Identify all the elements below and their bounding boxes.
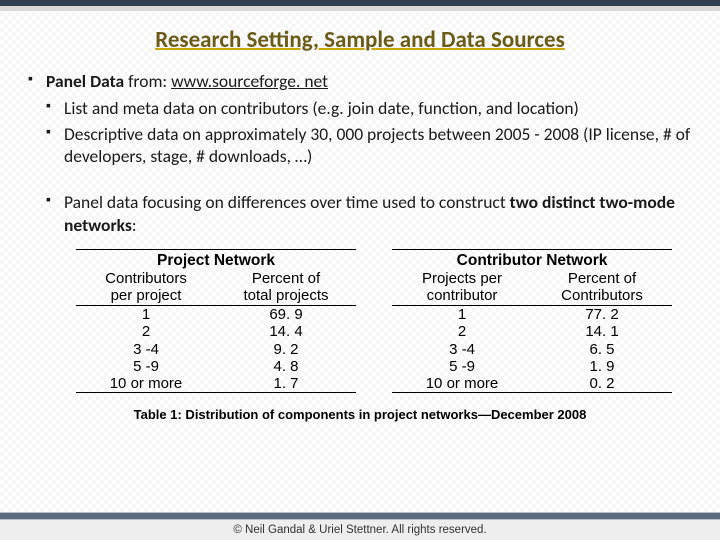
table-row: 177. 2 bbox=[392, 306, 672, 323]
content-area: Panel Data from: www.sourceforge. net Li… bbox=[0, 64, 720, 422]
footer-accent bbox=[0, 512, 720, 520]
table-row: 10 or more1. 7 bbox=[76, 375, 356, 393]
cell: 9. 2 bbox=[216, 341, 356, 358]
h2a: Percent of bbox=[568, 270, 636, 287]
table-project-network: Project Network Contributorsper project … bbox=[76, 249, 356, 394]
table-contributor-network: Contributor Network Projects percontribu… bbox=[392, 249, 672, 394]
spacer bbox=[46, 171, 692, 187]
table-caption: Table 1: Distribution of components in p… bbox=[28, 393, 692, 422]
table-row: 3 -49. 2 bbox=[76, 341, 356, 358]
cell: 14. 4 bbox=[216, 323, 356, 340]
panel-data-label: Panel Data bbox=[46, 70, 124, 92]
bullet-list: Panel Data from: www.sourceforge. net Li… bbox=[28, 70, 692, 237]
col-head-projects: Projects percontributor bbox=[392, 270, 532, 307]
cell: 5 -9 bbox=[392, 358, 532, 375]
table-row: 10 or more0. 2 bbox=[392, 375, 672, 393]
cell: 2 bbox=[76, 323, 216, 340]
cell: 2 bbox=[392, 323, 532, 340]
bullet-panel-data: Panel Data from: www.sourceforge. net Li… bbox=[28, 70, 692, 237]
tables-wrap: Project Network Contributorsper project … bbox=[28, 241, 692, 394]
cell: 6. 5 bbox=[532, 341, 672, 358]
sublist-2: Panel data focusing on differences over … bbox=[46, 191, 692, 237]
cell: 14. 1 bbox=[532, 323, 672, 340]
h1b: contributor bbox=[427, 287, 498, 304]
table-row: 3 -46. 5 bbox=[392, 341, 672, 358]
col-head-contributors: Contributorsper project bbox=[76, 270, 216, 307]
h2b: total projects bbox=[243, 287, 328, 304]
bullet-list-meta: List and meta data on contributors (e.g.… bbox=[46, 97, 692, 120]
col-head-percent: Percent ofContributors bbox=[532, 270, 672, 307]
table-row: 169. 9 bbox=[76, 306, 356, 323]
footer: © Neil Gandal & Uriel Stettner. All righ… bbox=[0, 512, 720, 540]
slide-title-text: Research Setting, Sample and Data Source… bbox=[155, 26, 565, 54]
cell: 1. 9 bbox=[532, 358, 672, 375]
table-left-title: Project Network bbox=[76, 249, 356, 270]
panel-data-mid: from: bbox=[124, 70, 171, 92]
table-row: 214. 1 bbox=[392, 323, 672, 340]
cell: 4. 8 bbox=[216, 358, 356, 375]
table-right-body: 177. 2 214. 1 3 -46. 5 5 -91. 9 10 or mo… bbox=[392, 306, 672, 393]
h1a: Projects per bbox=[422, 270, 502, 287]
table-right-head: Projects percontributor Percent ofContri… bbox=[392, 270, 672, 307]
cell: 0. 2 bbox=[532, 375, 672, 393]
table-row: 5 -91. 9 bbox=[392, 358, 672, 375]
cell: 1. 7 bbox=[216, 375, 356, 393]
table-left-head: Contributorsper project Percent oftotal … bbox=[76, 270, 356, 307]
sublist-1: List and meta data on contributors (e.g.… bbox=[46, 97, 692, 168]
cell: 3 -4 bbox=[76, 341, 216, 358]
cell: 77. 2 bbox=[532, 306, 672, 323]
bullet-descriptive: Descriptive data on approximately 30, 00… bbox=[46, 123, 692, 169]
footer-copyright: © Neil Gandal & Uriel Stettner. All righ… bbox=[0, 520, 720, 540]
h2a: Percent of bbox=[252, 270, 320, 287]
cell: 69. 9 bbox=[216, 306, 356, 323]
h2b: Contributors bbox=[561, 287, 643, 304]
h1a: Contributors bbox=[105, 270, 187, 287]
source-link[interactable]: www.sourceforge. net bbox=[171, 70, 328, 92]
two-mode-post: : bbox=[132, 214, 137, 236]
cell: 1 bbox=[392, 306, 532, 323]
table-left-body: 169. 9 214. 4 3 -49. 2 5 -94. 8 10 or mo… bbox=[76, 306, 356, 393]
cell: 1 bbox=[76, 306, 216, 323]
bullet-two-mode: Panel data focusing on differences over … bbox=[46, 191, 692, 237]
cell: 3 -4 bbox=[392, 341, 532, 358]
cell: 10 or more bbox=[76, 375, 216, 393]
h1b: per project bbox=[111, 287, 182, 304]
col-head-percent: Percent oftotal projects bbox=[216, 270, 356, 307]
two-mode-pre: Panel data focusing on differences over … bbox=[64, 191, 510, 213]
bar-light bbox=[0, 6, 720, 11]
cell: 10 or more bbox=[392, 375, 532, 393]
top-accent-bars bbox=[0, 0, 720, 11]
cell: 5 -9 bbox=[76, 358, 216, 375]
table-row: 5 -94. 8 bbox=[76, 358, 356, 375]
table-right-title: Contributor Network bbox=[392, 249, 672, 270]
table-row: 214. 4 bbox=[76, 323, 356, 340]
